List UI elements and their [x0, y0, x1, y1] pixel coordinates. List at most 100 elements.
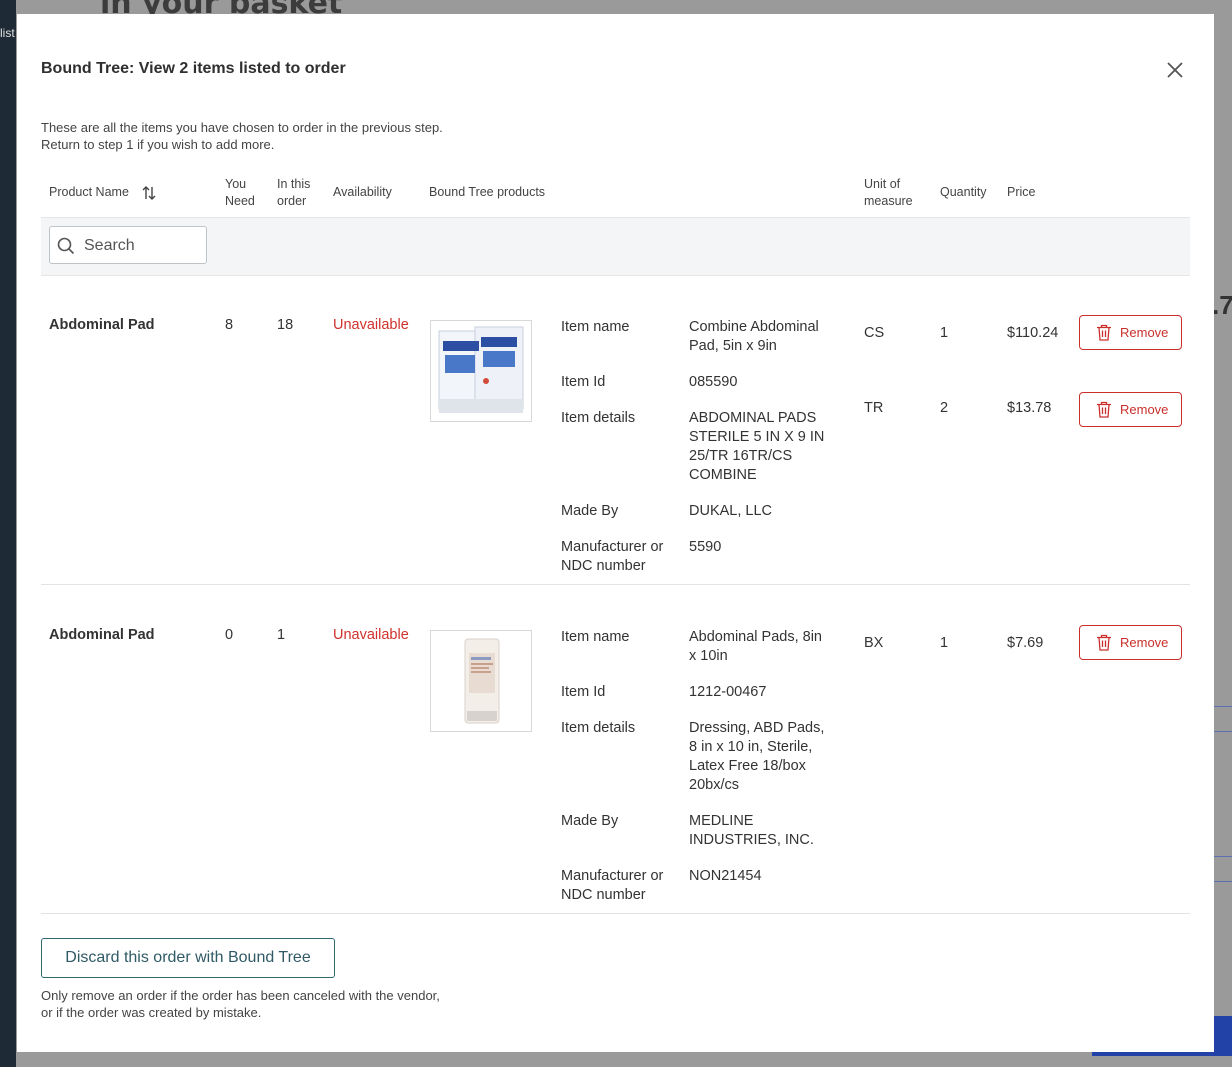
item-details-line: 25/TR 16TR/CS [689, 448, 793, 464]
column-label: In this [277, 177, 311, 191]
sort-icon[interactable] [142, 185, 156, 201]
close-icon [1167, 62, 1183, 78]
column-label: You [225, 177, 247, 191]
search-input[interactable] [82, 235, 204, 257]
manufacturer-label: Manufacturer or NDC number [561, 538, 663, 576]
item-details-value: Dressing, ABD Pads, 8 in x 10 in, Steril… [689, 719, 839, 795]
made-by-line: MEDLINE [689, 813, 754, 829]
item-details-label: Item details [561, 720, 636, 736]
remove-button[interactable]: Remove [1079, 625, 1182, 660]
intro-line: These are all the items you have chosen … [41, 120, 443, 135]
manufacturer-value: NON21454 [689, 868, 762, 884]
product-image [430, 320, 532, 422]
item-name-label: Item name [561, 319, 630, 335]
label-line: Manufacturer or [561, 539, 664, 555]
item-id-value: 1212-00467 [689, 684, 767, 700]
you-need-value: 8 [225, 317, 234, 333]
item-details-line: 20bx/cs [689, 777, 739, 793]
discard-order-button[interactable]: Discard this order with Bound Tree [41, 938, 335, 978]
unit-of-measure: TR [864, 400, 884, 416]
item-name-value: Abdominal Pads, 8in x 10in [689, 628, 839, 666]
column-availability: Availability [333, 185, 392, 199]
in-order-value: 1 [277, 627, 286, 643]
trash-icon [1097, 324, 1111, 341]
background-text: list [0, 26, 15, 40]
trash-icon [1097, 401, 1111, 418]
price-value: $13.78 [1007, 400, 1052, 416]
row-divider [41, 913, 1190, 914]
intro-line: Return to step 1 if you wish to add more… [41, 137, 275, 152]
made-by-value: MEDLINE INDUSTRIES, INC. [689, 812, 839, 850]
column-label: measure [864, 194, 913, 208]
product-image [430, 630, 532, 732]
item-details-line: 8 in x 10 in, Sterile, [689, 739, 813, 755]
item-name-line: Pad, 5in x 9in [689, 338, 777, 354]
discard-note-line: or if the order was created by mistake. [41, 1005, 262, 1020]
order-modal: Bound Tree: View 2 items listed to order… [17, 14, 1214, 1052]
column-label: Product Name [49, 185, 129, 199]
close-button[interactable] [1165, 60, 1185, 80]
background-number: .7 [1212, 290, 1232, 320]
manufacturer-value: 5590 [689, 539, 722, 555]
search-box[interactable] [49, 226, 207, 264]
remove-label: Remove [1120, 325, 1169, 340]
item-name-line: x 10in [689, 648, 728, 664]
item-name-line: Combine Abdominal [689, 319, 819, 335]
quantity-value: 1 [940, 325, 949, 341]
made-by-line: INDUSTRIES, INC. [689, 832, 814, 848]
item-details-line: ABDOMINAL PADS [689, 410, 817, 426]
label-line: Manufacturer or [561, 868, 664, 884]
quantity-value: 2 [940, 400, 949, 416]
made-by-value: DUKAL, LLC [689, 503, 773, 519]
column-price: Price [1007, 185, 1036, 199]
item-name-label: Item name [561, 629, 630, 645]
price-value: $7.69 [1007, 635, 1044, 651]
item-name-value: Combine Abdominal Pad, 5in x 9in [689, 318, 839, 356]
remove-button[interactable]: Remove [1079, 392, 1182, 427]
remove-label: Remove [1120, 402, 1169, 417]
unit-of-measure: CS [864, 325, 885, 341]
item-id-label: Item Id [561, 374, 606, 390]
quantity-value: 1 [940, 635, 949, 651]
column-label: Unit of [864, 177, 901, 191]
item-id-value: 085590 [689, 374, 738, 390]
remove-label: Remove [1120, 635, 1169, 650]
trash-icon [1097, 634, 1111, 651]
made-by-label: Made By [561, 503, 619, 519]
column-product-name[interactable]: Product Name [49, 184, 156, 201]
availability-status: Unavailable [333, 317, 409, 333]
made-by-label: Made By [561, 813, 619, 829]
item-id-label: Item Id [561, 684, 606, 700]
product-name: Abdominal Pad [49, 627, 155, 643]
column-label: Need [225, 194, 255, 208]
item-details-line: STERILE 5 IN X 9 IN [689, 429, 825, 445]
search-bar [41, 217, 1190, 276]
manufacturer-label: Manufacturer or NDC number [561, 867, 663, 905]
in-order-value: 18 [277, 317, 294, 333]
you-need-value: 0 [225, 627, 234, 643]
price-value: $110.24 [1007, 325, 1059, 341]
modal-title: Bound Tree: View 2 items listed to order [41, 60, 346, 77]
availability-status: Unavailable [333, 627, 409, 643]
column-you-need: You Need [225, 176, 255, 210]
item-details-label: Item details [561, 410, 636, 426]
label-line: NDC number [561, 558, 646, 574]
search-icon [57, 237, 75, 255]
item-name-line: Abdominal Pads, 8in [689, 629, 822, 645]
column-in-order: In this order [277, 176, 310, 210]
remove-button[interactable]: Remove [1079, 315, 1182, 350]
column-quantity: Quantity [940, 185, 987, 199]
unit-of-measure: BX [864, 635, 884, 651]
product-name: Abdominal Pad [49, 317, 155, 333]
column-bound-tree-products: Bound Tree products [429, 185, 546, 199]
item-details-value: ABDOMINAL PADS STERILE 5 IN X 9 IN 25/TR… [689, 409, 839, 485]
column-unit-of-measure: Unit of measure [864, 176, 913, 210]
discard-note: Only remove an order if the order has be… [41, 987, 440, 1021]
discard-note-line: Only remove an order if the order has be… [41, 988, 440, 1003]
intro-text: These are all the items you have chosen … [41, 119, 443, 153]
item-details-line: COMBINE [689, 467, 757, 483]
item-details-line: Dressing, ABD Pads, [689, 720, 825, 736]
item-details-line: Latex Free 18/box [689, 758, 806, 774]
row-divider [41, 584, 1190, 585]
background-sidebar [0, 0, 16, 1067]
